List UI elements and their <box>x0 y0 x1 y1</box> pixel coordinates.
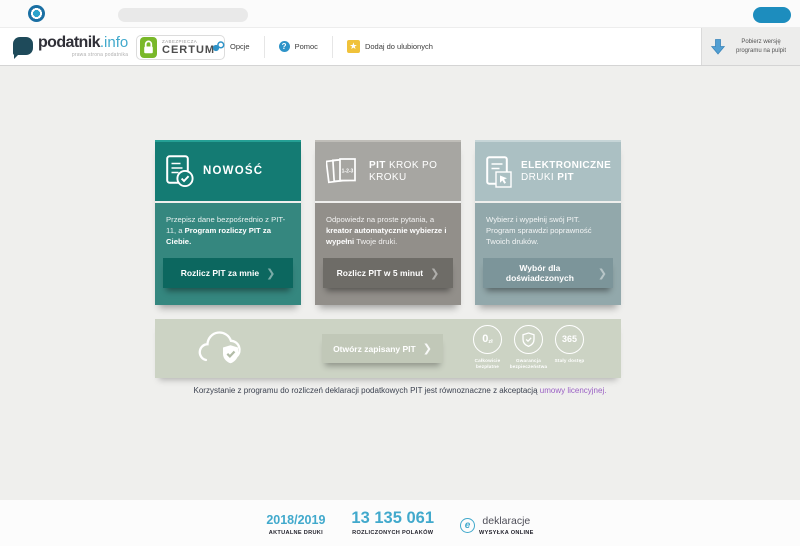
svg-text:1-2-3: 1-2-3 <box>342 169 354 175</box>
logo-tagline: prawa strona podatnika <box>71 52 129 58</box>
card-title-regular: DRUKI <box>521 171 558 183</box>
header: podatnik.info prawa strona podatnika ZAB… <box>0 28 800 66</box>
menu-item-dodaj-do-ulubionych[interactable]: ★ Dodaj do ulubionych <box>333 36 447 58</box>
logo-text: podatnik.info prawa strona podatnika <box>38 35 128 58</box>
app-window: podatnik.info prawa strona podatnika ZAB… <box>0 0 800 546</box>
card-title: PIT KROK PO KROKU <box>369 160 450 184</box>
address-bar[interactable] <box>118 8 248 22</box>
button-label: Rozlicz PIT w 5 minut <box>336 268 424 278</box>
badge-access: 365 Stały dostęp <box>553 325 586 369</box>
stat-e-deklaracje: e deklaracje WYSYŁKA ONLINE <box>460 516 534 536</box>
checklist-check-icon <box>166 155 194 188</box>
download-label: Pobierz wersję programu na pulpit <box>735 39 787 54</box>
card-title: ELEKTRONICZNE DRUKI PIT <box>521 160 611 184</box>
window-control-button[interactable] <box>753 7 791 23</box>
e-deklaracje-icon: e <box>460 518 476 534</box>
card-elektroniczne-druki-pit: ELEKTRONICZNE DRUKI PIT Wybierz i wypełn… <box>475 140 621 305</box>
saved-pit-banner: Otwórz zapisany PIT ❯ 0 zł Całkowicie bez… <box>155 319 621 378</box>
stat-aktualne-druki: 2018/2019 AKTUALNE DRUKI <box>266 513 326 536</box>
badge-free: 0 zł Całkowicie bezpłatne <box>471 325 504 369</box>
card-header: 1-2-3 PIT KROK PO KROKU <box>315 140 461 201</box>
card-description: Odpowiedz na proste pytania, a kreator a… <box>326 215 447 246</box>
otworz-zapisany-pit-button[interactable]: Otwórz zapisany PIT ❯ <box>322 334 443 363</box>
download-arrow-icon <box>711 38 725 55</box>
logo-tld: .info <box>99 34 129 51</box>
menu-item-opcje[interactable]: Opcje <box>198 35 265 58</box>
card-title-bold: ELEKTRONICZNE <box>521 159 612 171</box>
badge-security: Gwarancja bezpieczeństwa <box>509 325 548 369</box>
card-body: Wybierz i wypełnij swój PIT. Program spr… <box>475 203 621 305</box>
footer-stats: 2018/2019 AKTUALNE DRUKI 13 135 061 ROZL… <box>0 500 800 536</box>
button-label: Otwórz zapisany PIT <box>333 343 416 354</box>
card-title: NOWOŚĆ <box>203 165 263 179</box>
card-title-bold: NOWOŚĆ <box>203 164 264 177</box>
license-link[interactable]: umowy licencyjnej. <box>540 386 607 395</box>
help-icon: ? <box>278 41 290 52</box>
menu-item-pomoc[interactable]: ? Pomoc <box>265 35 333 58</box>
badge-label: Stały dostęp <box>554 358 585 363</box>
pages-123-icon: 1-2-3 <box>326 158 356 184</box>
license-note: Korzystanie z programu do rozliczeń dekl… <box>193 386 607 395</box>
podatnik-logo[interactable]: podatnik.info prawa strona podatnika <box>13 35 128 59</box>
chevron-right-icon: ❯ <box>422 343 432 355</box>
shield-check-icon <box>522 332 535 347</box>
wybor-dla-doswiadczonych-button[interactable]: Wybór dla doświadczonych ❯ <box>483 258 613 288</box>
logo-name: podatnik <box>38 34 100 51</box>
feature-cards: NOWOŚĆ Przepisz dane bezpośrednio z PIT-… <box>155 140 621 305</box>
app-logo-icon[interactable] <box>28 5 45 22</box>
shield-check-badge-icon <box>514 325 543 354</box>
rozlicz-pit-w-5-minut-button[interactable]: Rozlicz PIT w 5 minut ❯ <box>323 258 453 288</box>
card-header: ELEKTRONICZNE DRUKI PIT <box>475 140 621 201</box>
card-description: Przepisz dane bezpośrednio z PIT-11, a P… <box>166 215 286 246</box>
e-deklaracje-logo: e deklaracje WYSYŁKA ONLINE <box>460 516 534 536</box>
rozlicz-pit-za-mnie-button[interactable]: Rozlicz PIT za mnie ❯ <box>163 258 293 288</box>
badge-365-icon: 365 <box>555 325 584 354</box>
lock-icon <box>140 37 157 58</box>
chevron-right-icon: ❯ <box>597 267 607 280</box>
zero-zl-badge-icon: 0 zł <box>473 325 502 354</box>
options-icon <box>212 41 225 52</box>
card-title-bold2: PIT <box>557 171 575 183</box>
benefit-badges: 0 zł Całkowicie bezpłatne Gwarancja bezpi… <box>471 325 586 369</box>
menu-item-label: Opcje <box>230 42 250 51</box>
card-header: NOWOŚĆ <box>155 140 301 201</box>
badge-label: Całkowicie bezpłatne <box>474 358 501 369</box>
menu-item-label: Pomoc <box>294 42 318 51</box>
card-body: Odpowiedz na proste pytania, a kreator a… <box>315 203 461 305</box>
document-cursor-icon <box>486 155 512 188</box>
footer: 2018/2019 AKTUALNE DRUKI 13 135 061 ROZL… <box>0 500 800 546</box>
chevron-right-icon: ❯ <box>430 267 440 280</box>
button-label: Wybór dla doświadczonych <box>505 263 574 283</box>
speech-bubble-icon <box>13 37 33 59</box>
browser-chrome <box>0 0 800 28</box>
card-title-bold: PIT <box>369 159 386 171</box>
badge-label: Gwarancja bezpieczeństwa <box>509 358 548 369</box>
cloud-shield-check-icon <box>198 331 241 364</box>
card-pit-krok-po-kroku: 1-2-3 PIT KROK PO KROKU Odpowiedz na pro… <box>315 140 461 305</box>
button-label: Rozlicz PIT za mnie <box>180 268 260 278</box>
download-desktop-button[interactable]: Pobierz wersję programu na pulpit <box>701 28 800 65</box>
header-menu: Opcje ? Pomoc ★ Dodaj do ulubionych <box>198 28 447 65</box>
menu-item-label: Dodaj do ulubionych <box>364 42 433 51</box>
chevron-right-icon: ❯ <box>266 267 276 280</box>
star-icon: ★ <box>346 40 360 53</box>
stat-rozliczonych-polakow: 13 135 061 ROZLICZONYCH POLAKÓW <box>351 509 435 536</box>
card-description: Wybierz i wypełnij swój PIT. Program spr… <box>486 215 592 246</box>
card-body: Przepisz dane bezpośrednio z PIT-11, a P… <box>155 203 301 305</box>
card-nowosc: NOWOŚĆ Przepisz dane bezpośrednio z PIT-… <box>155 140 301 305</box>
